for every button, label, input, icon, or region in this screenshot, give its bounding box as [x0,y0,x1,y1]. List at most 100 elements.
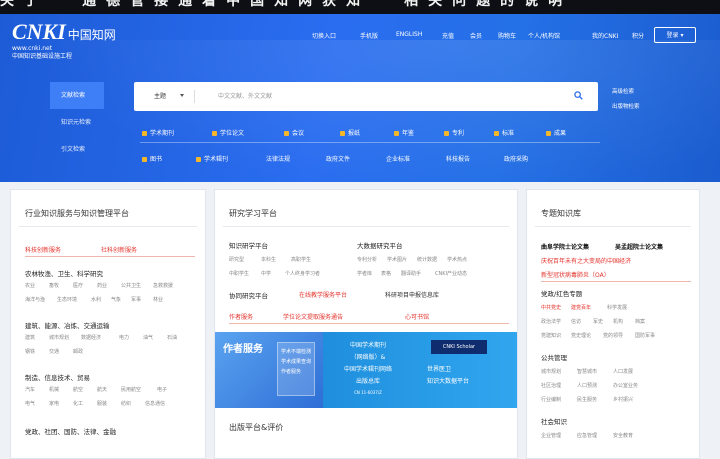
nav-points[interactable]: 积分 [632,31,644,40]
tab-citation-search[interactable]: 引文检索 [50,136,104,163]
nav-english[interactable]: ENGLISH [396,31,422,38]
nav-member[interactable]: 会员 [470,31,482,40]
group-link[interactable]: 表格 [381,270,391,277]
group-link[interactable]: 学术图片 [387,256,407,263]
db-link[interactable]: 企业标准 [386,154,410,163]
nav-recharge[interactable]: 充值 [442,31,454,40]
industry-link[interactable]: 机械 [49,386,59,393]
db-checkbox[interactable]: 图书 [142,154,162,163]
industry-link[interactable]: 邮政 [73,348,83,355]
special-link[interactable]: 安全教育 [613,432,633,439]
industry-link[interactable]: 林业 [153,296,163,303]
author-service-banner[interactable]: 作者服务 学术不端检测 学术成果查询 作者服务 [215,332,323,408]
industry-links[interactable]: 农业 [25,282,35,289]
special-link[interactable]: 乡村振兴 [613,396,633,403]
industry-link[interactable]: 油气 [143,334,153,341]
special-link[interactable]: 城市规划 [541,368,561,375]
nav-cart[interactable]: 购物车 [498,31,516,40]
section-heading[interactable]: 党政/红色专题 [541,288,582,298]
group-heading[interactable]: 知识研学平台 [229,240,268,250]
industry-link[interactable]: 建筑 [25,334,35,341]
db-link[interactable]: 政府采购 [504,154,528,163]
login-button[interactable]: 登录 ▾ [654,27,696,43]
special-link[interactable]: 党建知识 [541,332,561,339]
special-link[interactable]: 庆祝百年未有之大变局的中国经济 [541,256,631,265]
nav-mobile[interactable]: 手机版 [360,31,378,40]
author-service-link[interactable]: 作者服务 [229,312,253,321]
group-link[interactable]: 学者库 [357,270,372,277]
search-field-select[interactable]: 主题 [154,82,166,111]
special-link[interactable]: 机构 [613,318,623,325]
db-checkbox[interactable]: 报纸 [340,128,360,137]
special-link[interactable]: 吴孟超院士论文集 [615,242,663,251]
thesis-notice-link[interactable]: 学位论文提取服务通告 [283,312,343,321]
group-heading[interactable]: 协同研究平台 [229,290,268,300]
section-heading[interactable]: 社会知识 [541,416,567,426]
search-input[interactable]: 中文文献、外文文献 [218,82,272,111]
group-link[interactable]: 学术热点 [447,256,467,263]
industry-link[interactable]: 纺织 [121,400,131,407]
special-link[interactable]: 曲阜学院士论文集 [541,242,589,251]
journal-database-banner[interactable]: 中国学术期刊 （网络版）& 中国学术辑刊网络 出版总库 CN 11-6037/Z… [323,332,517,408]
nav-personal-library[interactable]: 个人/机构馆 [528,31,560,40]
special-link[interactable]: 新型冠状病毒肺炎（OA） [541,270,610,279]
project-library-link[interactable]: 科研项目申报信息库 [385,290,439,299]
industry-link[interactable]: 数据经济 [81,334,101,341]
special-link[interactable]: 中共党史 [541,304,561,311]
industry-link[interactable]: 家电 [49,400,59,407]
special-link[interactable]: 应急管理 [577,432,597,439]
special-link[interactable]: 政治法学 [541,318,561,325]
db-checkbox[interactable]: 学术辑刊 [196,154,228,163]
industry-link[interactable]: 气象 [111,296,121,303]
db-link[interactable]: 科技报告 [446,154,470,163]
special-link[interactable]: 企业管理 [541,432,561,439]
special-link[interactable]: 人口预测 [577,382,597,389]
search-icon[interactable] [574,91,583,100]
industry-link[interactable]: 化工 [73,400,83,407]
group-link[interactable]: CNKI产业动态 [435,270,467,277]
special-link[interactable]: 科学发展 [607,304,627,311]
industry-link[interactable]: 畜牧 [49,282,59,289]
db-checkbox[interactable]: 成果 [546,128,566,137]
group-link[interactable]: 专利分析 [357,256,377,263]
group-heading[interactable]: 大数据研究平台 [357,240,403,250]
special-link[interactable]: 人口发展 [613,368,633,375]
special-link[interactable]: 国防军事 [635,332,655,339]
tab-document-search[interactable]: 文献检索 [50,82,104,109]
industry-link[interactable]: 电子 [157,386,167,393]
db-checkbox[interactable]: 会议 [284,128,304,137]
industry-link[interactable]: 服装 [97,400,107,407]
special-link[interactable]: 党史理论 [571,332,591,339]
industry-heading[interactable]: 制造、信息技术、贸易 [25,372,90,382]
industry-link[interactable]: 航天 [97,386,107,393]
link-social-innovation[interactable]: 社科创新服务 [101,245,137,254]
special-link[interactable]: 民生服务 [577,396,597,403]
db-checkbox[interactable]: 标准 [494,128,514,137]
industry-link[interactable]: 急救救援 [153,282,173,289]
group-link[interactable]: 本科生 [261,256,276,263]
cnki-logo[interactable]: CNKI 中国知网 www.cnki.net 中国知识基础设施工程 [12,21,116,61]
special-link[interactable]: 信访 [571,318,581,325]
group-link[interactable]: 统计数据 [417,256,437,263]
db-checkbox[interactable]: 年鉴 [394,128,414,137]
special-link[interactable]: 社区治理 [541,382,561,389]
group-link[interactable]: 中学 [261,270,271,277]
group-link[interactable]: 翻译助手 [401,270,421,277]
special-link[interactable]: 军史 [593,318,603,325]
special-link[interactable]: 办公室业务 [613,382,638,389]
special-link[interactable]: 档案 [635,318,645,325]
industry-link[interactable]: 公共卫生 [121,282,141,289]
nav-switch-entry[interactable]: 切换入口 [312,31,336,40]
special-link[interactable]: 建党百年 [571,304,591,311]
industry-link[interactable]: 汽车 [25,386,35,393]
db-checkbox[interactable]: 专利 [444,128,464,137]
special-link[interactable]: 党的领导 [603,332,623,339]
industry-link[interactable]: 交通 [49,348,59,355]
industry-heading[interactable]: 农林牧渔、卫生、科学研究 [25,268,103,278]
db-checkbox[interactable]: 学术期刊 [142,128,174,137]
bookstore-link[interactable]: 心可书馆 [405,312,429,321]
special-link[interactable]: 智慧城市 [577,368,597,375]
publication-search-link[interactable]: 出版物检索 [612,102,640,110]
advanced-search-link[interactable]: 高级检索 [612,87,634,95]
db-link[interactable]: 法律法规 [266,154,290,163]
